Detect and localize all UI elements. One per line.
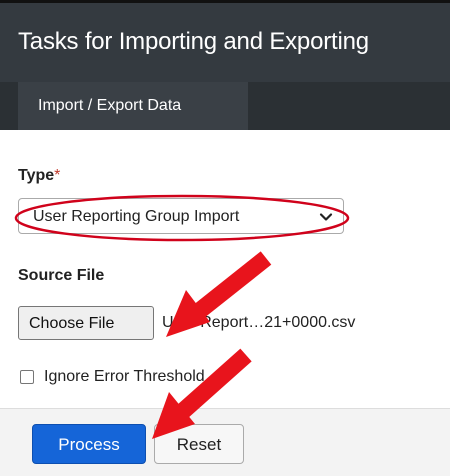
import-export-page: Tasks for Importing and Exporting Import… <box>0 0 450 476</box>
required-marker: * <box>54 167 61 184</box>
tab-label: Import / Export Data <box>38 97 182 114</box>
process-button[interactable]: Process <box>32 424 146 464</box>
type-select-value: User Reporting Group Import <box>33 208 240 225</box>
type-label-text: Type <box>18 167 55 184</box>
choose-file-button[interactable]: Choose File <box>18 306 154 340</box>
chevron-down-icon <box>319 213 333 221</box>
selected-file-name: User Report…21+0000.csv <box>162 314 356 331</box>
tab-import-export-data[interactable]: Import / Export Data <box>18 82 248 130</box>
type-select[interactable]: User Reporting Group Import <box>18 198 344 234</box>
page-header: Tasks for Importing and Exporting <box>0 0 450 82</box>
type-label: Type* <box>18 166 60 186</box>
choose-file-label: Choose File <box>29 315 115 332</box>
reset-button-label: Reset <box>176 435 222 454</box>
ignore-error-threshold-checkbox[interactable] <box>20 370 34 384</box>
tab-bar: Import / Export Data <box>0 82 450 130</box>
reset-button[interactable]: Reset <box>154 424 244 464</box>
process-button-label: Process <box>58 435 120 454</box>
source-file-label: Source File <box>18 267 105 284</box>
ignore-error-threshold-label[interactable]: Ignore Error Threshold <box>44 367 205 387</box>
page-title: Tasks for Importing and Exporting <box>18 28 369 55</box>
